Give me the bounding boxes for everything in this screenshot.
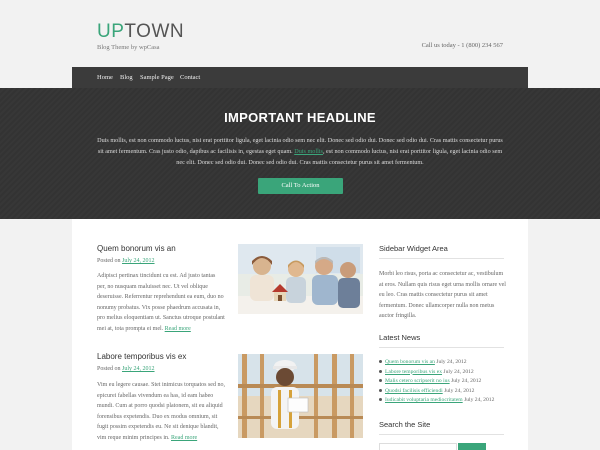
family-photo-icon	[238, 244, 363, 314]
news-date: July 24, 2012	[449, 378, 482, 384]
logo-town: TOWN	[124, 21, 185, 42]
sidebar-divider	[379, 258, 504, 259]
sidebar-widget-text: Morbi leo risus, porta ac consectetur ac…	[379, 271, 506, 319]
contact-phone: Call us today - 1 (800) 234 567	[421, 42, 503, 49]
hero-banner: IMPORTANT HEADLINE Duis mollis, est non …	[0, 88, 600, 219]
bullet-icon	[379, 369, 382, 373]
post-date[interactable]: July 24, 2012	[122, 258, 155, 264]
site-tagline: Blog Theme by wpCasa	[97, 44, 160, 51]
nav-item-contact[interactable]: Contact	[180, 74, 200, 81]
nav-item-sample-page[interactable]: Sample Page	[140, 74, 174, 81]
post-thumbnail-family[interactable]	[238, 244, 363, 314]
news-date: July 24, 2012	[434, 359, 467, 365]
logo-up: UP	[97, 21, 125, 42]
post-date[interactable]: July 24, 2012	[122, 366, 155, 372]
hero-text: Duis mollis, est non commodo luctus, nis…	[95, 135, 505, 168]
news-date: July 24, 2012	[442, 368, 474, 375]
news-item: Iudicabit voluptaria mediocritatem July …	[379, 396, 494, 406]
posted-on-label: Posted on	[97, 366, 123, 372]
sidebar-divider	[379, 347, 504, 348]
post-excerpt-text: Adipisci pertinax tincidunt cu est. Ad j…	[97, 273, 225, 332]
construction-worker-photo-icon	[238, 354, 363, 438]
post-meta: Posted on July 24, 2012	[97, 258, 155, 264]
post-title[interactable]: Labore temporibus vis ex	[97, 352, 186, 361]
news-date: July 24, 2012	[462, 397, 495, 403]
call-to-action-button[interactable]: Call To Action	[258, 178, 343, 194]
post-meta: Posted on July 24, 2012	[97, 366, 155, 372]
nav-item-blog[interactable]: Blog	[120, 74, 133, 81]
search-input[interactable]	[379, 443, 457, 450]
read-more-link[interactable]: Read more	[165, 326, 191, 332]
nav-item-home[interactable]: Home	[97, 74, 113, 81]
news-item: Labore temporibus vis ex July 24, 2012	[379, 368, 494, 378]
news-item: Malis cetero scripserit no ius July 24, …	[379, 377, 494, 387]
search-button[interactable]	[458, 443, 486, 450]
read-more-link[interactable]: Read more	[171, 435, 197, 441]
news-link[interactable]: Quem bonorum vis an	[385, 359, 435, 365]
news-link[interactable]: Iudicabit voluptaria mediocritatem	[385, 397, 463, 403]
news-link[interactable]: Labore temporibus vis ex	[385, 369, 442, 375]
news-link[interactable]: Quodsi facilisis efficiendi	[385, 388, 443, 394]
post-excerpt: Adipisci pertinax tincidunt cu est. Ad j…	[97, 271, 225, 334]
site-logo[interactable]: UPTOWN	[97, 22, 184, 41]
news-item: Quem bonorum vis an July 24, 2012	[379, 358, 494, 368]
bullet-icon	[379, 360, 382, 364]
search-site-title: Search the Site	[379, 420, 431, 429]
bullet-icon	[379, 388, 382, 392]
posted-on-label: Posted on	[97, 258, 123, 264]
main-navigation: Home Blog Sample Page Contact	[72, 67, 528, 88]
bullet-icon	[379, 379, 382, 383]
post-thumbnail-builder[interactable]	[238, 354, 363, 438]
main-content: Quem bonorum vis an Posted on July 24, 2…	[72, 219, 528, 450]
post-title[interactable]: Quem bonorum vis an	[97, 244, 176, 253]
latest-news-list: Quem bonorum vis an July 24, 2012 Labore…	[379, 358, 494, 406]
hero-title: IMPORTANT HEADLINE	[224, 110, 376, 125]
latest-news-title: Latest News	[379, 333, 421, 342]
sidebar-widget-title: Sidebar Widget Area	[379, 244, 448, 253]
news-date: July 24, 2012	[442, 387, 475, 394]
news-item: Quodsi facilisis efficiendi July 24, 201…	[379, 387, 494, 397]
site-header: UPTOWN Blog Theme by wpCasa Call us toda…	[72, 0, 528, 67]
bullet-icon	[379, 398, 382, 402]
sidebar-divider	[379, 434, 504, 435]
news-link[interactable]: Malis cetero scripserit no ius	[385, 378, 450, 384]
hero-inline-link[interactable]: Duis mollis	[294, 148, 323, 155]
post-excerpt-text: Vim eu legere causae. Stet inimicus torq…	[97, 382, 225, 441]
post-excerpt: Vim eu legere causae. Stet inimicus torq…	[97, 380, 225, 443]
